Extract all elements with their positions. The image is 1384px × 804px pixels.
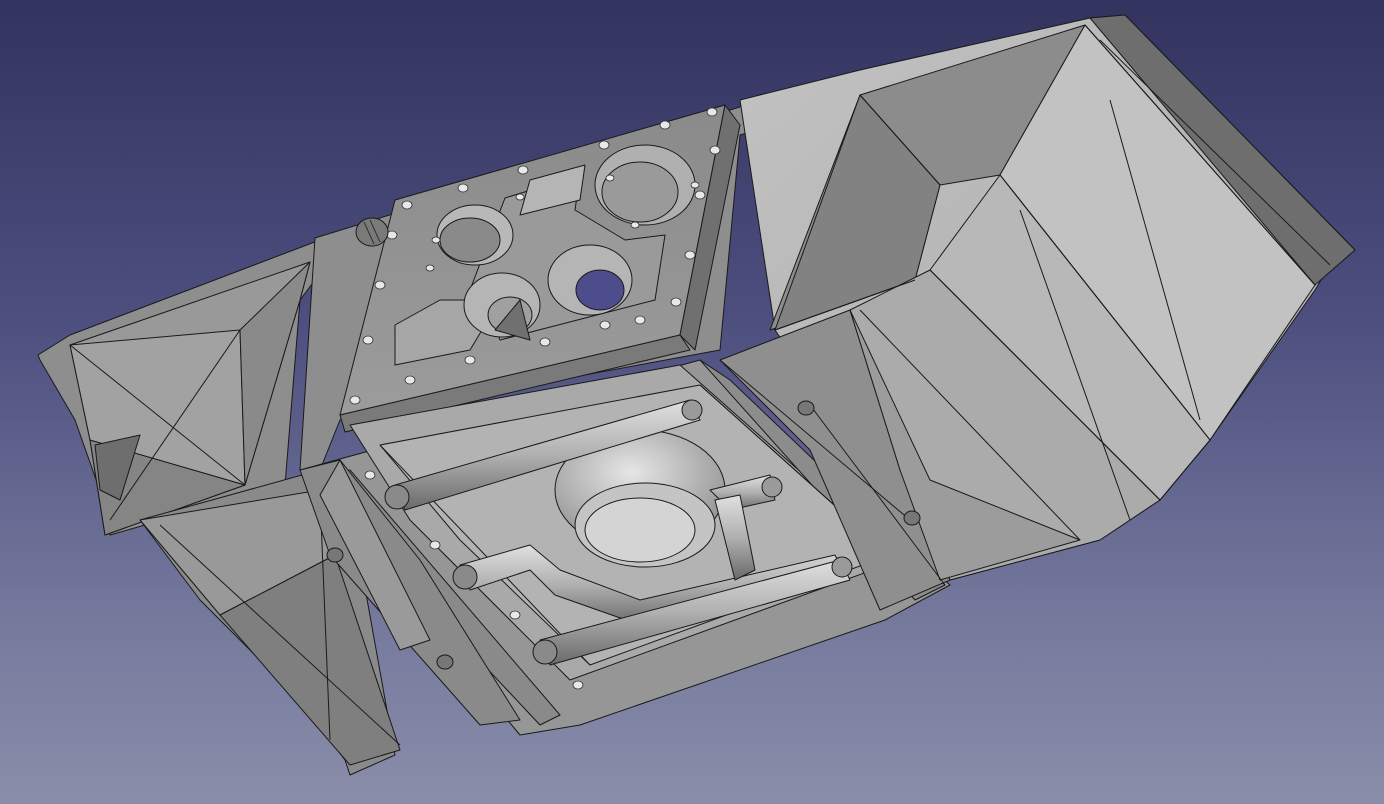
3d-viewport[interactable] <box>0 0 1384 804</box>
cad-model[interactable] <box>0 0 1384 804</box>
